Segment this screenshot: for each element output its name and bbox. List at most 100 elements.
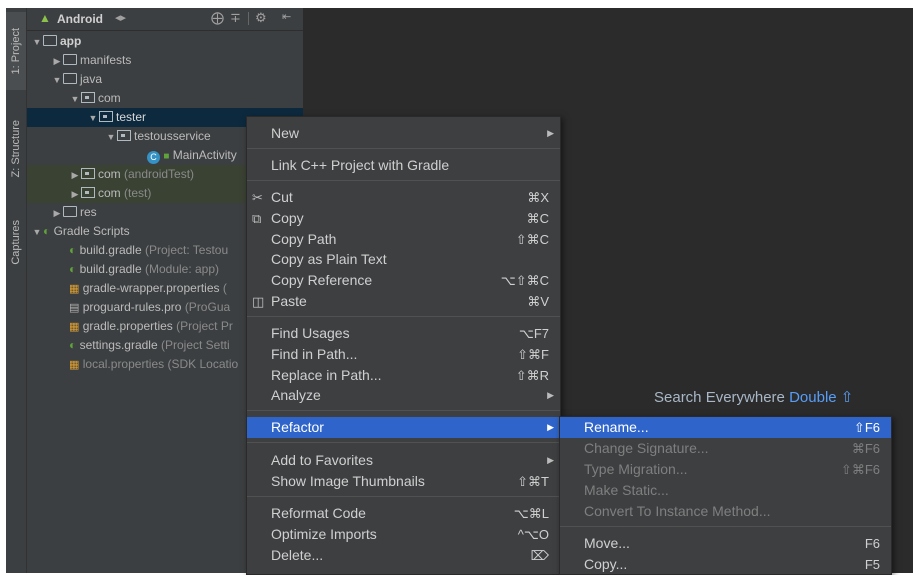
gear-icon[interactable]: ⚙: [255, 10, 267, 26]
menu-item-copy-path[interactable]: Copy Path ⇧⌘C: [247, 229, 560, 250]
menu-item-find-in-path[interactable]: Find in Path... ⇧⌘F: [247, 344, 560, 365]
tree-item-label: com: [98, 186, 121, 200]
tree-item-detail: (SDK Locatio: [167, 357, 239, 371]
chevron-right-icon[interactable]: ▶: [69, 185, 81, 204]
tree-item-com[interactable]: ▼ com: [27, 89, 303, 108]
tree-item-label: manifests: [80, 53, 132, 67]
view-selector[interactable]: Android: [57, 12, 103, 26]
tree-item-detail: (ProGua: [184, 300, 231, 314]
resources-folder-icon: [63, 206, 77, 217]
menu-item-label: Reformat Code: [271, 505, 366, 521]
tool-window-strip: 1: Project Z: Structure Captures: [6, 8, 27, 573]
chevron-right-icon[interactable]: ▶: [51, 204, 63, 223]
submenu-arrow-icon: ▶: [547, 455, 554, 465]
menu-item-paste[interactable]: ◫ Paste ⌘V: [247, 291, 560, 312]
menu-item-make-static[interactable]: Make Static...: [560, 480, 891, 501]
tree-item-label: testousservice: [134, 129, 211, 143]
chevron-right-icon[interactable]: ▶: [51, 52, 63, 71]
menu-item-reformat[interactable]: Reformat Code ⌥⌘L: [247, 503, 560, 524]
menu-item-shortcut: F6: [864, 536, 880, 551]
tree-item-label: tester: [116, 110, 147, 124]
tree-item-label: MainActivity: [172, 148, 237, 162]
menu-item-convert-instance[interactable]: Convert To Instance Method...: [560, 501, 891, 522]
menu-item-copy[interactable]: Copy... F5: [560, 554, 891, 575]
chevron-right-icon[interactable]: ▶: [69, 166, 81, 185]
menu-item-label: Find Usages: [271, 325, 350, 341]
menu-item-delete[interactable]: Delete... ⌦: [247, 545, 560, 566]
menu-item-label: Add to Favorites: [271, 452, 373, 468]
search-everywhere-hint: Search Everywhere Double ⇧: [654, 388, 853, 406]
submenu-arrow-icon: ▶: [547, 390, 554, 400]
tree-item-label: local.properties: [82, 357, 165, 371]
chevron-down-icon[interactable]: ▼: [31, 223, 43, 242]
menu-item-shortcut: ⌥⌘L: [513, 506, 549, 521]
menu-item-move[interactable]: Move... F6: [560, 533, 891, 554]
menu-item-label: Refactor: [271, 419, 324, 435]
menu-item-find-usages[interactable]: Find Usages ⌥F7: [247, 323, 560, 344]
menu-item-label: Optimize Imports: [271, 526, 377, 542]
menu-item-link-cpp[interactable]: Link C++ Project with Gradle: [247, 155, 560, 176]
tree-item-detail: (androidTest): [124, 167, 195, 181]
menu-item-label: Find in Path...: [271, 346, 358, 362]
chevron-down-icon[interactable]: ▼: [105, 128, 117, 147]
menu-item-type-migration[interactable]: Type Migration... ⇧⌘F6: [560, 459, 891, 480]
tree-item-detail: (test): [124, 186, 152, 200]
menu-item-show-thumbnails[interactable]: Show Image Thumbnails ⇧⌘T: [247, 471, 560, 492]
package-icon: [117, 130, 131, 141]
menu-separator: [247, 148, 560, 149]
menu-item-replace-in-path[interactable]: Replace in Path... ⇧⌘R: [247, 365, 560, 386]
hide-icon[interactable]: ⇤: [282, 10, 291, 23]
menu-separator: [247, 316, 560, 317]
tab-project[interactable]: 1: Project: [6, 12, 26, 90]
menu-item-shortcut: ⌘V: [527, 294, 549, 309]
tree-item-app[interactable]: ▼ app: [27, 32, 303, 51]
menu-item-analyze[interactable]: Analyze ▶: [247, 385, 560, 406]
package-icon: [81, 187, 95, 198]
menu-item-add-favorites[interactable]: Add to Favorites ▶: [247, 450, 560, 471]
android-icon: ▲: [39, 11, 51, 25]
menu-item-copy-plain[interactable]: Copy as Plain Text: [247, 249, 560, 270]
tab-captures-label: Captures: [10, 219, 22, 265]
context-menu: New ▶ Link C++ Project with Gradle ✂ Cut…: [246, 116, 561, 575]
switch-view-icon[interactable]: ◂▸: [115, 11, 126, 24]
target-icon[interactable]: ⨁: [211, 10, 224, 26]
menu-item-rename[interactable]: Rename... ⇧F6: [560, 417, 891, 438]
menu-item-change-signature[interactable]: Change Signature... ⌘F6: [560, 438, 891, 459]
menu-item-new[interactable]: New ▶: [247, 123, 560, 144]
chevron-down-icon[interactable]: ▼: [69, 90, 81, 109]
hint-text: Search Everywhere: [654, 389, 785, 406]
menu-item-cut[interactable]: ✂ Cut ⌘X: [247, 187, 560, 208]
tree-item-label: proguard-rules.pro: [82, 300, 182, 314]
menu-item-label: New: [271, 125, 300, 141]
module-folder-icon: [43, 35, 57, 46]
tree-item-java[interactable]: ▼ java: [27, 70, 303, 89]
chevron-down-icon[interactable]: ▼: [51, 71, 63, 90]
menu-item-label: Copy: [271, 210, 304, 226]
text-file-icon: ▤: [69, 302, 80, 314]
chevron-down-icon[interactable]: ▼: [31, 33, 43, 52]
menu-item-copy-reference[interactable]: Copy Reference ⌥⇧⌘C: [247, 270, 560, 291]
tab-captures[interactable]: Captures: [6, 206, 26, 278]
menu-item-label: Link C++ Project with Gradle: [271, 157, 450, 173]
menu-item-shortcut: ⇧⌘T: [517, 474, 549, 489]
tab-project-label: 1: Project: [10, 27, 22, 75]
hint-shortcut: Double ⇧: [789, 389, 854, 406]
menu-separator: [560, 526, 891, 527]
tree-item-detail: (Module: app): [144, 262, 220, 276]
menu-item-optimize-imports[interactable]: Optimize Imports ^⌥O: [247, 524, 560, 545]
menu-item-copy[interactable]: ⧉ Copy ⌘C: [247, 208, 560, 229]
folder-icon: [63, 73, 77, 84]
chevron-down-icon[interactable]: ▼: [87, 109, 99, 128]
tree-item-label: gradle-wrapper.properties: [82, 281, 220, 295]
submenu-arrow-icon: ▶: [547, 128, 554, 138]
menu-item-shortcut: ⇧⌘F: [517, 347, 549, 362]
tree-item-manifests[interactable]: ▶ manifests: [27, 51, 303, 70]
menu-item-shortcut: ⇧⌘R: [515, 368, 549, 383]
tree-item-detail: (: [222, 281, 227, 295]
tab-structure[interactable]: Z: Structure: [6, 106, 26, 192]
folder-icon: [63, 54, 77, 65]
menu-item-label: Copy as Plain Text: [271, 251, 387, 267]
panel-header: ▲ Android ◂▸ ⨁ ∓ ⚙ ⇤: [27, 8, 303, 31]
menu-item-refactor[interactable]: Refactor ▶: [247, 417, 560, 438]
collapse-icon[interactable]: ∓: [230, 10, 241, 26]
